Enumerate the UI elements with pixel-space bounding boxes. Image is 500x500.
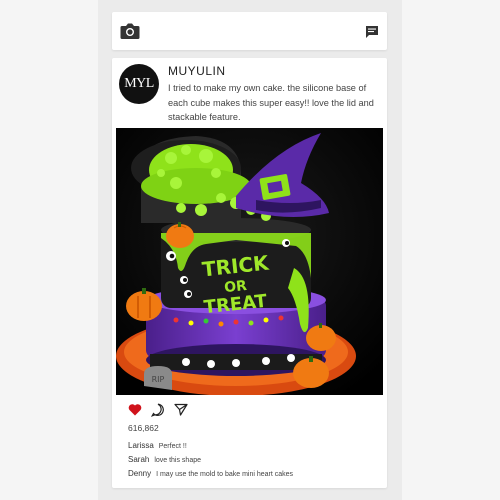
comment-text: Perfect !! [158, 443, 187, 450]
avatar[interactable]: MYL [119, 64, 159, 104]
comment-user[interactable]: Sarah [128, 455, 149, 464]
comment: Denny I may use the mold to bake mini he… [128, 469, 378, 478]
post-username[interactable]: MUYULIN [168, 64, 226, 78]
comment-text: I may use the mold to bake mini heart ca… [156, 471, 294, 478]
post-caption: I tried to make my own cake. the silicon… [168, 83, 374, 122]
post-card: MYL MUYULIN I tried to make my own cake.… [112, 58, 387, 488]
avatar-text: MYL [124, 76, 154, 91]
comment-user[interactable]: Denny [128, 469, 151, 478]
comment-text: love this shape [154, 457, 202, 464]
likes-count[interactable]: 616,862 [128, 423, 159, 433]
svg-text:RIP: RIP [152, 375, 165, 384]
top-bar [112, 12, 387, 50]
cake-illustration: TRICK OR TREAT RIP [116, 128, 383, 395]
comment: Larissa Perfect !! [128, 441, 378, 450]
comment: Sarah love this shape [128, 455, 378, 464]
heart-icon[interactable] [128, 403, 142, 421]
camera-icon[interactable] [120, 22, 140, 40]
comment-user[interactable]: Larissa [128, 441, 154, 450]
comment-icon[interactable] [150, 403, 165, 422]
message-icon[interactable] [365, 25, 379, 39]
post-actions [128, 403, 208, 417]
post-image[interactable]: TRICK OR TREAT RIP [116, 128, 383, 395]
comments-list: Larissa Perfect !! Sarah love this shape… [128, 441, 378, 483]
share-icon[interactable] [174, 403, 188, 421]
